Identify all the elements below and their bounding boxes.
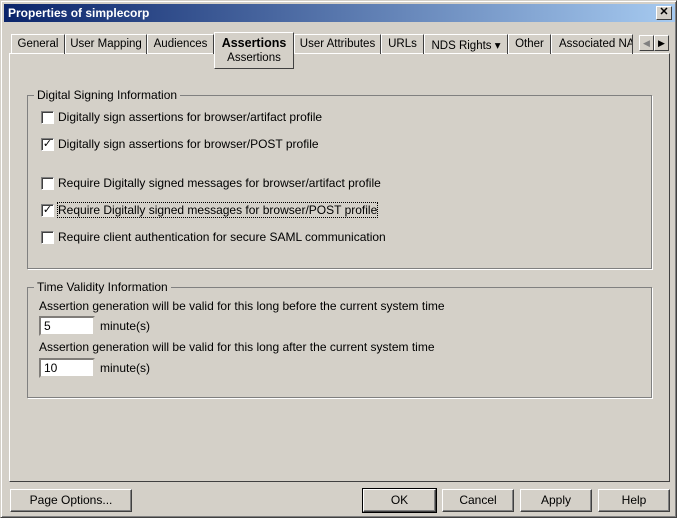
window-title: Properties of simplecorp <box>8 6 150 20</box>
title-bar: Properties of simplecorp ✕ <box>4 4 675 22</box>
digital-signing-legend: Digital Signing Information <box>37 88 178 102</box>
require-signed-artifact-label[interactable]: Require Digitally signed messages for br… <box>58 176 381 190</box>
tab-user-attributes[interactable]: User Attributes <box>294 34 381 54</box>
tab-assertions-subpage[interactable]: Assertions <box>215 52 293 64</box>
tab-user-mapping[interactable]: User Mapping <box>65 34 147 54</box>
time-validity-legend: Time Validity Information <box>37 280 168 294</box>
sign-artifact-checkbox[interactable] <box>41 111 54 124</box>
apply-button[interactable]: Apply <box>520 489 592 512</box>
ok-button[interactable]: OK <box>362 488 437 513</box>
sign-post-label[interactable]: Digitally sign assertions for browser/PO… <box>58 137 319 151</box>
before-unit: minute(s) <box>100 319 151 333</box>
after-minutes-input[interactable] <box>39 358 95 378</box>
require-client-auth-checkbox[interactable] <box>41 231 54 244</box>
require-signed-post-checkbox[interactable]: ✓ <box>41 204 54 217</box>
after-unit: minute(s) <box>100 361 151 375</box>
tab-scroll-right-icon[interactable]: ▶ <box>654 35 669 51</box>
before-label: Assertion generation will be valid for t… <box>39 299 445 313</box>
page-options-button[interactable]: Page Options... <box>10 489 132 512</box>
require-signed-artifact-checkbox[interactable] <box>41 177 54 190</box>
tab-associated-na[interactable]: Associated NA <box>551 34 633 54</box>
tab-general[interactable]: General <box>11 34 65 54</box>
before-minutes-input[interactable] <box>39 316 95 336</box>
help-button[interactable]: Help <box>598 489 670 512</box>
require-signed-post-label[interactable]: Require Digitally signed messages for br… <box>56 202 379 218</box>
properties-dialog: Properties of simplecorp ✕ General User … <box>0 0 677 518</box>
require-client-auth-label[interactable]: Require client authentication for secure… <box>58 230 386 244</box>
tab-assertions[interactable]: Assertions Assertions <box>214 32 294 69</box>
time-validity-group: Time Validity Information <box>27 280 652 398</box>
close-icon[interactable]: ✕ <box>656 6 672 20</box>
tab-assertions-label: Assertions <box>221 36 287 50</box>
tab-scroll-left-icon[interactable]: ◀ <box>639 35 654 51</box>
sign-post-checkbox[interactable]: ✓ <box>41 138 54 151</box>
tab-urls[interactable]: URLs <box>381 34 424 54</box>
after-label: Assertion generation will be valid for t… <box>39 340 435 354</box>
tab-other[interactable]: Other <box>508 34 551 54</box>
tab-nds-rights[interactable]: NDS Rights ▾ <box>424 34 508 54</box>
cancel-button[interactable]: Cancel <box>442 489 514 512</box>
sign-artifact-label[interactable]: Digitally sign assertions for browser/ar… <box>58 110 322 124</box>
tab-audiences[interactable]: Audiences <box>147 34 214 54</box>
